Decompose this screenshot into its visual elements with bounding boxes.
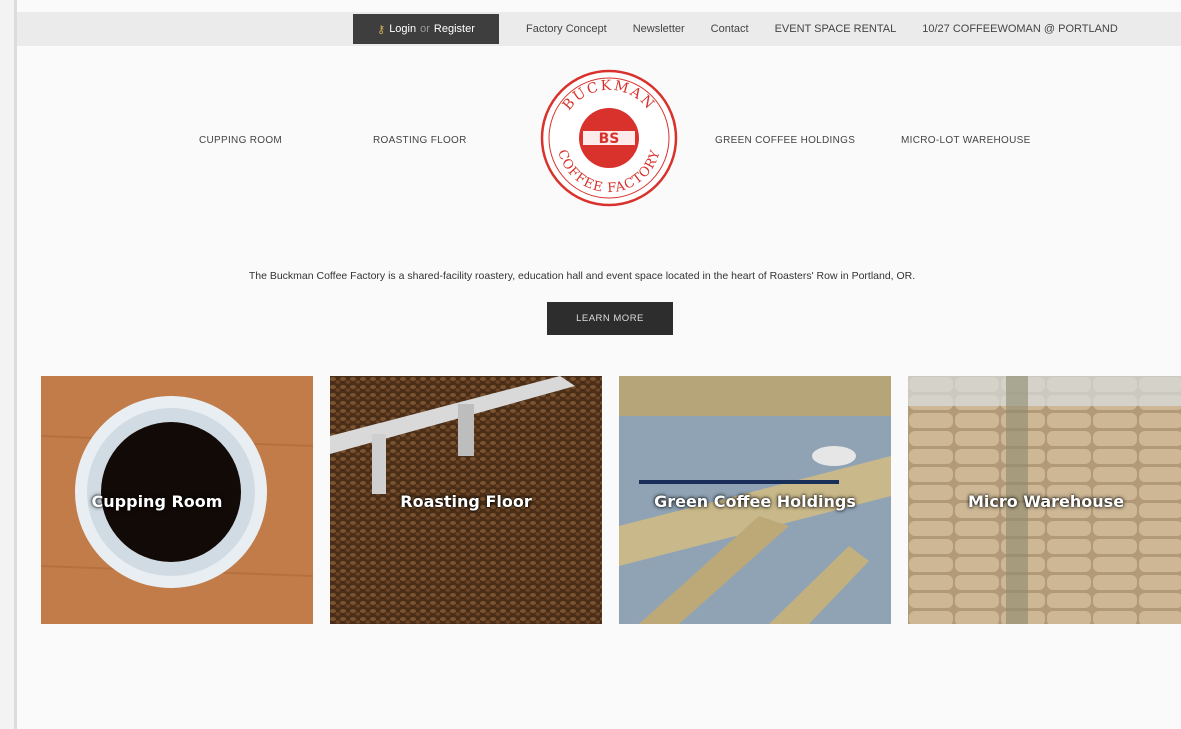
tile-roasting-floor[interactable]: Roasting Floor xyxy=(330,376,602,624)
top-link-factory-concept[interactable]: Factory Concept xyxy=(513,23,620,35)
logo-monogram: BS xyxy=(599,131,620,147)
or-text: or xyxy=(420,23,430,35)
login-link[interactable]: Login xyxy=(389,23,416,35)
tile-cupping-room[interactable]: Cupping Room xyxy=(41,376,313,624)
tile-label-cupping-room: Cupping Room xyxy=(91,492,223,511)
register-link[interactable]: Register xyxy=(434,23,475,35)
top-link-contact[interactable]: Contact xyxy=(698,23,762,35)
top-utility-bar: ⚷ Login or Register Factory Concept News… xyxy=(17,12,1181,46)
top-links: Factory Concept Newsletter Contact EVENT… xyxy=(513,12,1131,46)
top-link-newsletter[interactable]: Newsletter xyxy=(620,23,698,35)
tile-label-green-coffee-holdings: Green Coffee Holdings xyxy=(654,492,856,511)
buckman-logo[interactable]: BUCKMAN COFFEE FACTORY BS xyxy=(539,68,679,208)
tile-label-roasting-floor: Roasting Floor xyxy=(400,492,532,511)
nav-micro-lot-warehouse[interactable]: MICRO-LOT WAREHOUSE xyxy=(901,135,1031,146)
tile-green-coffee-holdings[interactable]: Green Coffee Holdings xyxy=(619,376,891,624)
nav-cupping-room[interactable]: CUPPING ROOM xyxy=(199,135,282,146)
nav-roasting-floor[interactable]: ROASTING FLOOR xyxy=(373,135,467,146)
key-icon: ⚷ xyxy=(377,23,386,36)
learn-more-button[interactable]: LEARN MORE xyxy=(547,302,673,335)
tile-label-micro-warehouse: Micro Warehouse xyxy=(967,492,1125,511)
tile-micro-warehouse[interactable]: Micro Warehouse xyxy=(908,376,1181,624)
top-link-coffeewoman[interactable]: 10/27 COFFEEWOMAN @ PORTLAND xyxy=(909,23,1131,35)
page: ⚷ Login or Register Factory Concept News… xyxy=(14,0,1181,729)
top-link-event-space-rental[interactable]: EVENT SPACE RENTAL xyxy=(762,23,910,35)
login-register-button[interactable]: ⚷ Login or Register xyxy=(353,14,499,44)
nav-green-coffee-holdings[interactable]: GREEN COFFEE HOLDINGS xyxy=(715,135,855,146)
hero-tagline: The Buckman Coffee Factory is a shared-f… xyxy=(248,270,916,282)
